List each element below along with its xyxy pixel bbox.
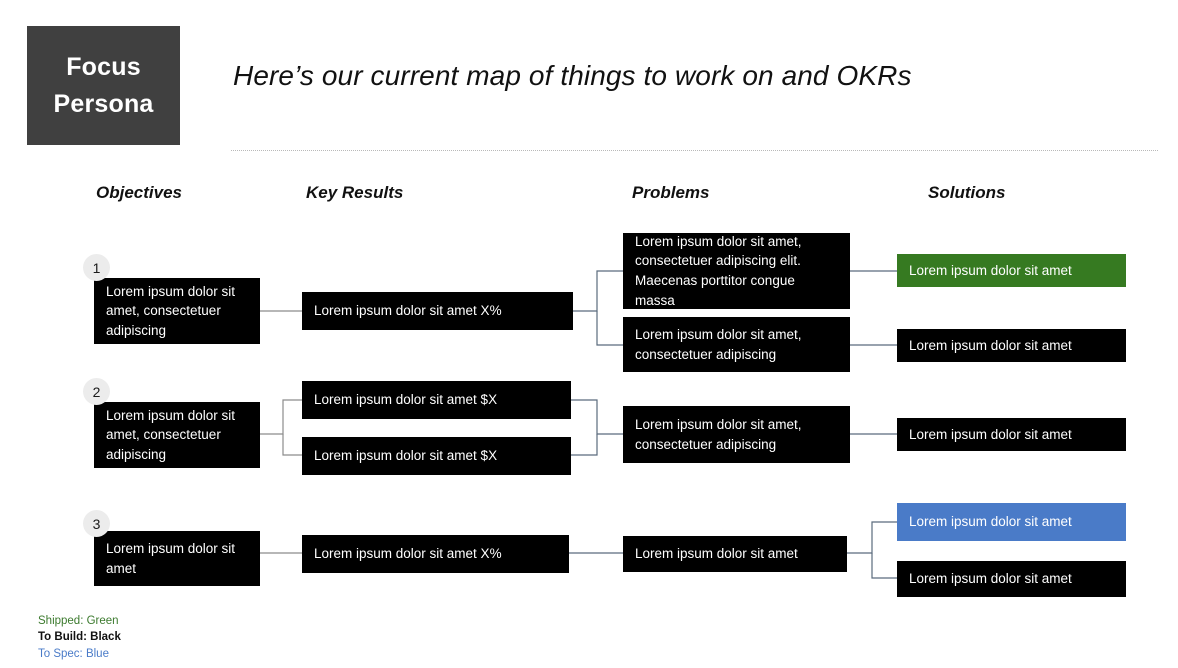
objective-text: Lorem ipsum dolor sit amet, consectetuer… bbox=[106, 407, 236, 462]
focus-persona-line-1: Focus bbox=[66, 53, 141, 82]
solution-text: Lorem ipsum dolor sit amet bbox=[909, 262, 1072, 278]
legend-item-to-spec: To Spec: Blue bbox=[38, 647, 109, 660]
objective-box[interactable]: Lorem ipsum dolor sit amet, consectetuer… bbox=[94, 278, 260, 344]
key-result-text: Lorem ipsum dolor sit amet $X bbox=[314, 448, 498, 464]
solution-text: Lorem ipsum dolor sit amet bbox=[909, 514, 1072, 530]
problem-box[interactable]: Lorem ipsum dolor sit amet, consectetuer… bbox=[623, 406, 850, 463]
key-result-text: Lorem ipsum dolor sit amet X% bbox=[314, 303, 502, 319]
problem-box[interactable]: Lorem ipsum dolor sit amet, consectetuer… bbox=[623, 233, 850, 309]
legend-item-shipped: Shipped: Green bbox=[38, 615, 119, 627]
solution-text: Lorem ipsum dolor sit amet bbox=[909, 337, 1072, 353]
problem-text: Lorem ipsum dolor sit amet, consectetuer… bbox=[635, 326, 802, 362]
legend-item-to-build: To Build: Black bbox=[38, 631, 121, 644]
key-result-box[interactable]: Lorem ipsum dolor sit amet X% bbox=[302, 292, 573, 330]
key-result-box[interactable]: Lorem ipsum dolor sit amet X% bbox=[302, 535, 569, 573]
column-header-key-results: Key Results bbox=[306, 183, 404, 202]
objective-text: Lorem ipsum dolor sit amet bbox=[106, 540, 236, 576]
row-number-badge: 3 bbox=[83, 510, 110, 537]
problem-box[interactable]: Lorem ipsum dolor sit amet bbox=[623, 536, 847, 572]
key-result-box[interactable]: Lorem ipsum dolor sit amet $X bbox=[302, 437, 571, 475]
key-result-text: Lorem ipsum dolor sit amet X% bbox=[314, 546, 502, 562]
column-header-problems: Problems bbox=[632, 183, 710, 202]
solution-box-shipped[interactable]: Lorem ipsum dolor sit amet bbox=[897, 254, 1126, 287]
key-result-box[interactable]: Lorem ipsum dolor sit amet $X bbox=[302, 381, 571, 419]
solution-box[interactable]: Lorem ipsum dolor sit amet bbox=[897, 561, 1126, 597]
solution-box-to-spec[interactable]: Lorem ipsum dolor sit amet bbox=[897, 503, 1126, 541]
row-number-badge: 1 bbox=[83, 254, 110, 281]
solution-box[interactable]: Lorem ipsum dolor sit amet bbox=[897, 418, 1126, 451]
row-number-badge: 2 bbox=[83, 378, 110, 405]
focus-persona-badge: Focus Persona bbox=[27, 26, 180, 145]
solution-text: Lorem ipsum dolor sit amet bbox=[909, 571, 1072, 587]
legend: Shipped: Green To Build: Black To Spec: … bbox=[38, 613, 121, 662]
column-header-solutions: Solutions bbox=[928, 183, 1006, 202]
problem-text: Lorem ipsum dolor sit amet, consectetuer… bbox=[635, 416, 802, 452]
page-title: Here’s our current map of things to work… bbox=[233, 60, 912, 91]
solution-text: Lorem ipsum dolor sit amet bbox=[909, 426, 1072, 442]
objective-text: Lorem ipsum dolor sit amet, consectetuer… bbox=[106, 283, 236, 338]
problem-text: Lorem ipsum dolor sit amet bbox=[635, 546, 798, 562]
problem-box[interactable]: Lorem ipsum dolor sit amet, consectetuer… bbox=[623, 317, 850, 372]
problem-text: Lorem ipsum dolor sit amet, consectetuer… bbox=[635, 233, 802, 308]
objective-box[interactable]: Lorem ipsum dolor sit amet bbox=[94, 531, 260, 586]
column-header-objectives: Objectives bbox=[96, 183, 182, 202]
header-divider bbox=[231, 150, 1158, 151]
slide-canvas: Focus Persona Here’s our current map of … bbox=[0, 0, 1178, 668]
key-result-text: Lorem ipsum dolor sit amet $X bbox=[314, 392, 498, 408]
solution-box[interactable]: Lorem ipsum dolor sit amet bbox=[897, 329, 1126, 362]
focus-persona-line-2: Persona bbox=[53, 89, 154, 118]
objective-box[interactable]: Lorem ipsum dolor sit amet, consectetuer… bbox=[94, 402, 260, 468]
